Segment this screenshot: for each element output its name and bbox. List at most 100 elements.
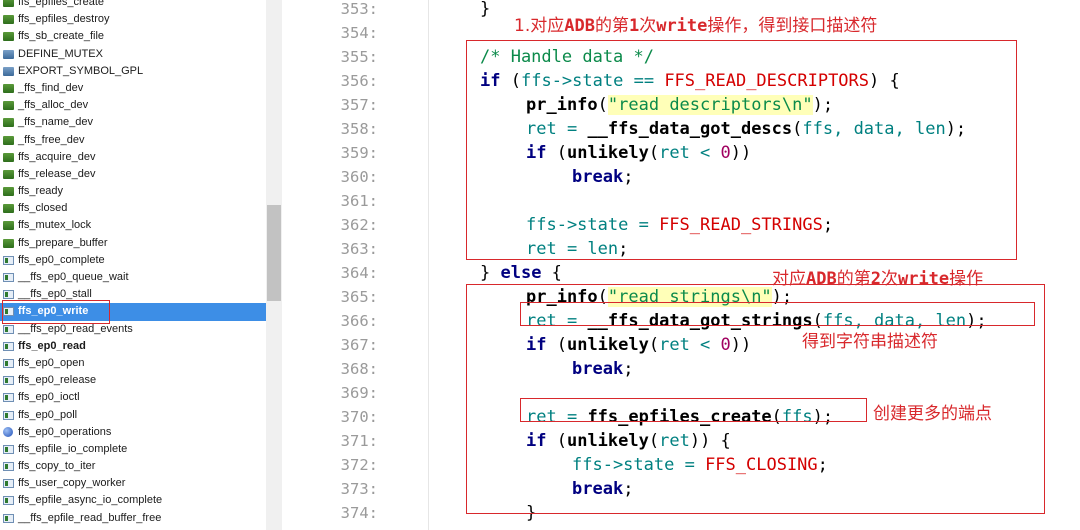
line-number: 372: bbox=[340, 456, 378, 474]
code-text: } else { bbox=[480, 261, 562, 285]
typedef-icon bbox=[3, 152, 14, 162]
symbol-item[interactable]: ffs_ep0_complete bbox=[0, 252, 266, 269]
func-icon bbox=[3, 513, 14, 523]
symbol-item[interactable]: ffs_copy_to_iter bbox=[0, 458, 266, 475]
symbol-label: ffs_ep0_complete bbox=[18, 253, 105, 266]
selected-symbol-highlight-box bbox=[2, 300, 110, 324]
typedef-icon bbox=[3, 83, 14, 93]
symbol-item[interactable]: ffs_epfiles_create bbox=[0, 0, 266, 11]
symbol-label: ffs_epfile_async_io_complete bbox=[18, 494, 163, 507]
code-token: { bbox=[541, 263, 562, 283]
symbol-panel: ffs_epfiles_create ffs_epfiles_destroyffs… bbox=[0, 0, 282, 530]
line-number: 358: bbox=[340, 120, 378, 138]
code-line: 375: bbox=[282, 525, 1080, 530]
symbol-item[interactable]: ffs_mutex_lock bbox=[0, 217, 266, 234]
symbol-item[interactable]: ffs_epfiles_destroy bbox=[0, 11, 266, 28]
symbol-label: ffs_prepare_buffer bbox=[18, 236, 108, 249]
epfiles-create-call-box bbox=[520, 398, 867, 422]
symbol-item[interactable]: ffs_ep0_release bbox=[0, 372, 266, 389]
symbol-item[interactable]: ffs_ready bbox=[0, 183, 266, 200]
symbol-item[interactable]: ffs_epfile_io_complete bbox=[0, 441, 266, 458]
scrollbar-thumb[interactable] bbox=[267, 205, 281, 301]
code-token: } bbox=[480, 263, 501, 283]
symbol-item[interactable]: ffs_closed bbox=[0, 200, 266, 217]
symbol-item[interactable]: ffs_release_dev bbox=[0, 166, 266, 183]
line-number: 363: bbox=[340, 240, 378, 258]
func-icon bbox=[3, 358, 14, 368]
symbol-label: ffs_epfiles_create bbox=[18, 0, 105, 8]
symbol-item[interactable]: ffs_sb_create_file bbox=[0, 28, 266, 45]
symbol-item[interactable]: ffs_user_copy_worker bbox=[0, 475, 266, 492]
symbol-item[interactable]: _ffs_name_dev bbox=[0, 114, 266, 131]
symbol-item[interactable]: DEFINE_MUTEX bbox=[0, 46, 266, 63]
annotation-more-endpoints: 创建更多的端点 bbox=[873, 404, 992, 424]
typedef-icon bbox=[3, 101, 14, 111]
typedef-icon bbox=[3, 238, 14, 248]
symbol-item[interactable]: ffs_ep0_open bbox=[0, 355, 266, 372]
typedef-icon bbox=[3, 187, 14, 197]
func-icon bbox=[3, 290, 14, 300]
annotation-first-write: 1.对应ADB的第1次write操作，得到接口描述符 bbox=[514, 16, 878, 36]
func-icon bbox=[3, 255, 14, 265]
symbol-label: ffs_ep0_release bbox=[18, 374, 97, 387]
symbol-item[interactable]: _ffs_alloc_dev bbox=[0, 97, 266, 114]
scrollbar[interactable] bbox=[266, 0, 282, 530]
symbol-label: ffs_sb_create_file bbox=[18, 30, 105, 43]
symbol-label: ffs_copy_to_iter bbox=[18, 460, 96, 473]
code-text: } bbox=[480, 0, 490, 21]
symbol-label: __ffs_ep0_queue_wait bbox=[18, 271, 129, 283]
typedef-icon bbox=[3, 0, 14, 7]
line-number: 357: bbox=[340, 96, 378, 114]
symbol-item[interactable]: ffs_epfile_async_io_complete bbox=[0, 492, 266, 509]
symbol-item[interactable]: ffs_prepare_buffer bbox=[0, 235, 266, 252]
func-icon bbox=[3, 376, 14, 386]
func-icon bbox=[3, 479, 14, 489]
annotation-second-write: 对应ADB的第2次write操作 bbox=[772, 269, 984, 289]
func-icon bbox=[3, 444, 14, 454]
symbol-item[interactable]: ffs_ep0_poll bbox=[0, 407, 266, 424]
struct-icon bbox=[3, 426, 13, 437]
symbol-label: _ffs_alloc_dev bbox=[18, 99, 89, 112]
func-icon bbox=[3, 324, 14, 334]
code-token: } bbox=[480, 0, 491, 19]
macro-icon bbox=[3, 49, 14, 59]
func-icon bbox=[3, 462, 14, 472]
symbol-list: ffs_epfiles_create ffs_epfiles_destroyffs… bbox=[0, 0, 266, 527]
code-token: else bbox=[500, 263, 542, 283]
symbol-label: ffs_ep0_open bbox=[18, 356, 85, 369]
symbol-item[interactable]: _ffs_free_dev bbox=[0, 132, 266, 149]
symbol-label: __ffs_epfile_read_buffer_free bbox=[18, 511, 162, 524]
typedef-icon bbox=[3, 169, 14, 179]
typedef-icon bbox=[3, 15, 14, 25]
line-number: 373: bbox=[340, 480, 378, 498]
symbol-item[interactable]: EXPORT_SYMBOL_GPL bbox=[0, 63, 266, 80]
code-editor[interactable]: 353:} 354: 355:/* Handle data */356: if (ff… bbox=[282, 0, 1080, 530]
symbol-label: ffs_ep0_ioctl bbox=[18, 391, 80, 404]
symbol-item[interactable]: __ffs_epfile_read_buffer_free bbox=[0, 510, 266, 527]
func-icon bbox=[3, 393, 14, 403]
symbol-item[interactable]: __ffs_ep0_queue_wait bbox=[0, 269, 266, 286]
line-number: 369: bbox=[340, 384, 378, 402]
line-number: 356: bbox=[340, 72, 378, 90]
symbol-label: ffs_mutex_lock bbox=[18, 219, 92, 232]
symbol-item[interactable]: _ffs_find_dev bbox=[0, 80, 266, 97]
symbol-item[interactable]: ffs_ep0_operations bbox=[0, 424, 266, 441]
symbol-label: ffs_ready bbox=[18, 185, 64, 198]
line-number: 370: bbox=[340, 408, 378, 426]
symbol-label: ffs_closed bbox=[18, 202, 68, 215]
line-number: 364: bbox=[340, 264, 378, 282]
typedef-icon bbox=[3, 32, 14, 42]
symbol-label: ffs_epfile_io_complete bbox=[18, 442, 128, 455]
symbol-item[interactable]: ffs_acquire_dev bbox=[0, 149, 266, 166]
typedef-icon bbox=[3, 118, 14, 128]
line-number: 374: bbox=[340, 504, 378, 522]
symbol-label: _ffs_name_dev bbox=[18, 116, 94, 129]
line-number: 353: bbox=[340, 0, 378, 18]
symbol-label: ffs_ep0_read bbox=[18, 339, 86, 352]
symbol-item[interactable]: ffs_ep0_read bbox=[0, 338, 266, 355]
typedef-icon bbox=[3, 135, 14, 145]
symbol-label: ffs_release_dev bbox=[18, 167, 96, 180]
symbol-label: _ffs_find_dev bbox=[18, 81, 84, 94]
symbol-item[interactable]: ffs_ep0_ioctl bbox=[0, 389, 266, 406]
line-number: 355: bbox=[340, 48, 378, 66]
